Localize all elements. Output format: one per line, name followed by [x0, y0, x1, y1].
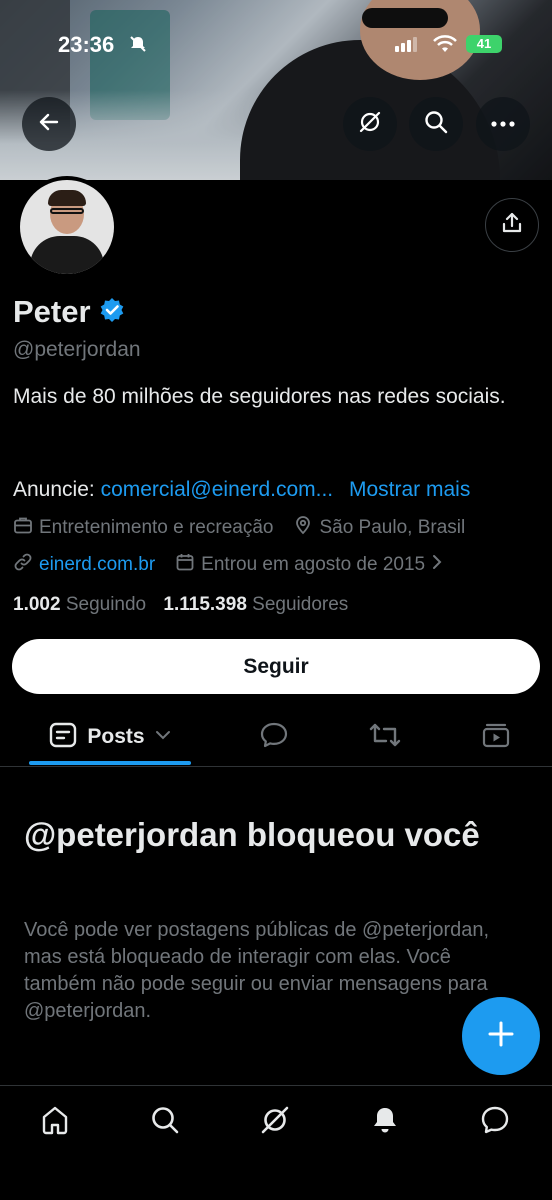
- replies-icon: [259, 721, 289, 754]
- following-count: 1.002: [13, 594, 61, 615]
- chevron-right-icon: [431, 553, 443, 577]
- followers-label: Seguidores: [252, 594, 349, 615]
- ad-prefix: Anuncie:: [13, 478, 95, 501]
- nav-explore[interactable]: [145, 1102, 185, 1142]
- silent-mode-icon: [128, 34, 148, 59]
- avatar[interactable]: [16, 176, 118, 278]
- profile-tabs: Posts: [0, 710, 552, 766]
- media-icon: [481, 721, 511, 754]
- tab-posts-label: Posts: [87, 725, 145, 748]
- show-more-link[interactable]: Mostrar mais: [349, 478, 470, 501]
- battery-indicator: 41: [466, 35, 502, 53]
- tab-replies[interactable]: [250, 710, 298, 764]
- notifications-icon: [369, 1104, 401, 1141]
- ad-email-link[interactable]: comercial@einerd.com...: [101, 478, 334, 501]
- tabs-divider: [0, 766, 552, 767]
- more-icon: [490, 115, 516, 133]
- nav-notifications[interactable]: [365, 1102, 405, 1142]
- back-arrow-icon: [37, 110, 61, 139]
- profile-joined-date: Entrou em agosto de 2015: [201, 554, 426, 575]
- grok-icon: [259, 1104, 291, 1141]
- chevron-down-icon: [155, 728, 171, 746]
- profile-name-row: Peter: [13, 294, 125, 330]
- profile-ad-line: Anuncie: comercial@einerd.com... Mostrar…: [13, 478, 470, 502]
- tab-posts[interactable]: Posts: [29, 710, 191, 764]
- following-label: Seguindo: [65, 594, 147, 615]
- posts-icon: [49, 722, 77, 753]
- grok-button[interactable]: [343, 97, 397, 151]
- share-button[interactable]: [485, 198, 539, 252]
- nav-messages[interactable]: [475, 1102, 515, 1142]
- nav-home[interactable]: [35, 1102, 75, 1142]
- blocked-title: @peterjordan bloqueou você: [24, 816, 480, 853]
- blocked-description: Você pode ver postagens públicas de @pet…: [24, 919, 490, 1022]
- explore-icon: [149, 1104, 181, 1141]
- joined-date-item[interactable]: Entrou em agosto de 2015: [175, 552, 443, 578]
- messages-icon: [479, 1104, 511, 1141]
- grok-icon: [357, 109, 383, 140]
- bottom-navigation: [0, 1085, 552, 1200]
- profile-stats: 1.002 Seguindo 1.115.398 Seguidores: [13, 594, 348, 616]
- follow-button[interactable]: Seguir: [12, 639, 540, 694]
- tab-media[interactable]: [472, 710, 520, 764]
- status-bar: 23:36 41: [0, 28, 552, 62]
- back-button[interactable]: [22, 97, 76, 151]
- active-tab-indicator: [29, 761, 191, 765]
- profile-meta-row-1: Entretenimento e recreação São Paulo, Br…: [13, 515, 479, 541]
- profile-banner[interactable]: [0, 0, 552, 180]
- plus-icon: [486, 1019, 516, 1054]
- search-icon: [423, 109, 449, 140]
- profile-meta-row-2: einerd.com.br Entrou em agosto de 2015: [13, 552, 457, 578]
- reposts-icon: [368, 721, 402, 754]
- calendar-icon: [175, 552, 195, 578]
- profile-location: São Paulo, Brasil: [319, 517, 466, 538]
- following-stat[interactable]: 1.002 Seguindo: [13, 594, 146, 615]
- profile-website-link[interactable]: einerd.com.br: [39, 554, 155, 576]
- location-icon: [293, 515, 313, 541]
- home-icon: [39, 1104, 71, 1141]
- profile-handle: @peterjordan: [13, 338, 141, 361]
- status-time: 23:36: [58, 32, 115, 57]
- share-icon: [500, 211, 524, 240]
- search-button[interactable]: [409, 97, 463, 151]
- profile-bio: Mais de 80 milhões de seguidores nas red…: [13, 385, 506, 408]
- more-options-button[interactable]: [476, 97, 530, 151]
- followers-stat[interactable]: 1.115.398 Seguidores: [163, 594, 348, 615]
- verified-badge-icon[interactable]: [99, 297, 125, 328]
- briefcase-icon: [13, 515, 33, 541]
- profile-category: Entretenimento e recreação: [39, 517, 274, 538]
- nav-grok[interactable]: [255, 1102, 295, 1142]
- cellular-signal-icon: [395, 36, 419, 57]
- profile-name: Peter: [13, 294, 91, 329]
- tab-reposts[interactable]: [361, 710, 409, 764]
- followers-count: 1.115.398: [163, 594, 247, 615]
- link-icon: [13, 552, 33, 578]
- compose-post-button[interactable]: [462, 997, 540, 1075]
- wifi-icon: [432, 34, 458, 59]
